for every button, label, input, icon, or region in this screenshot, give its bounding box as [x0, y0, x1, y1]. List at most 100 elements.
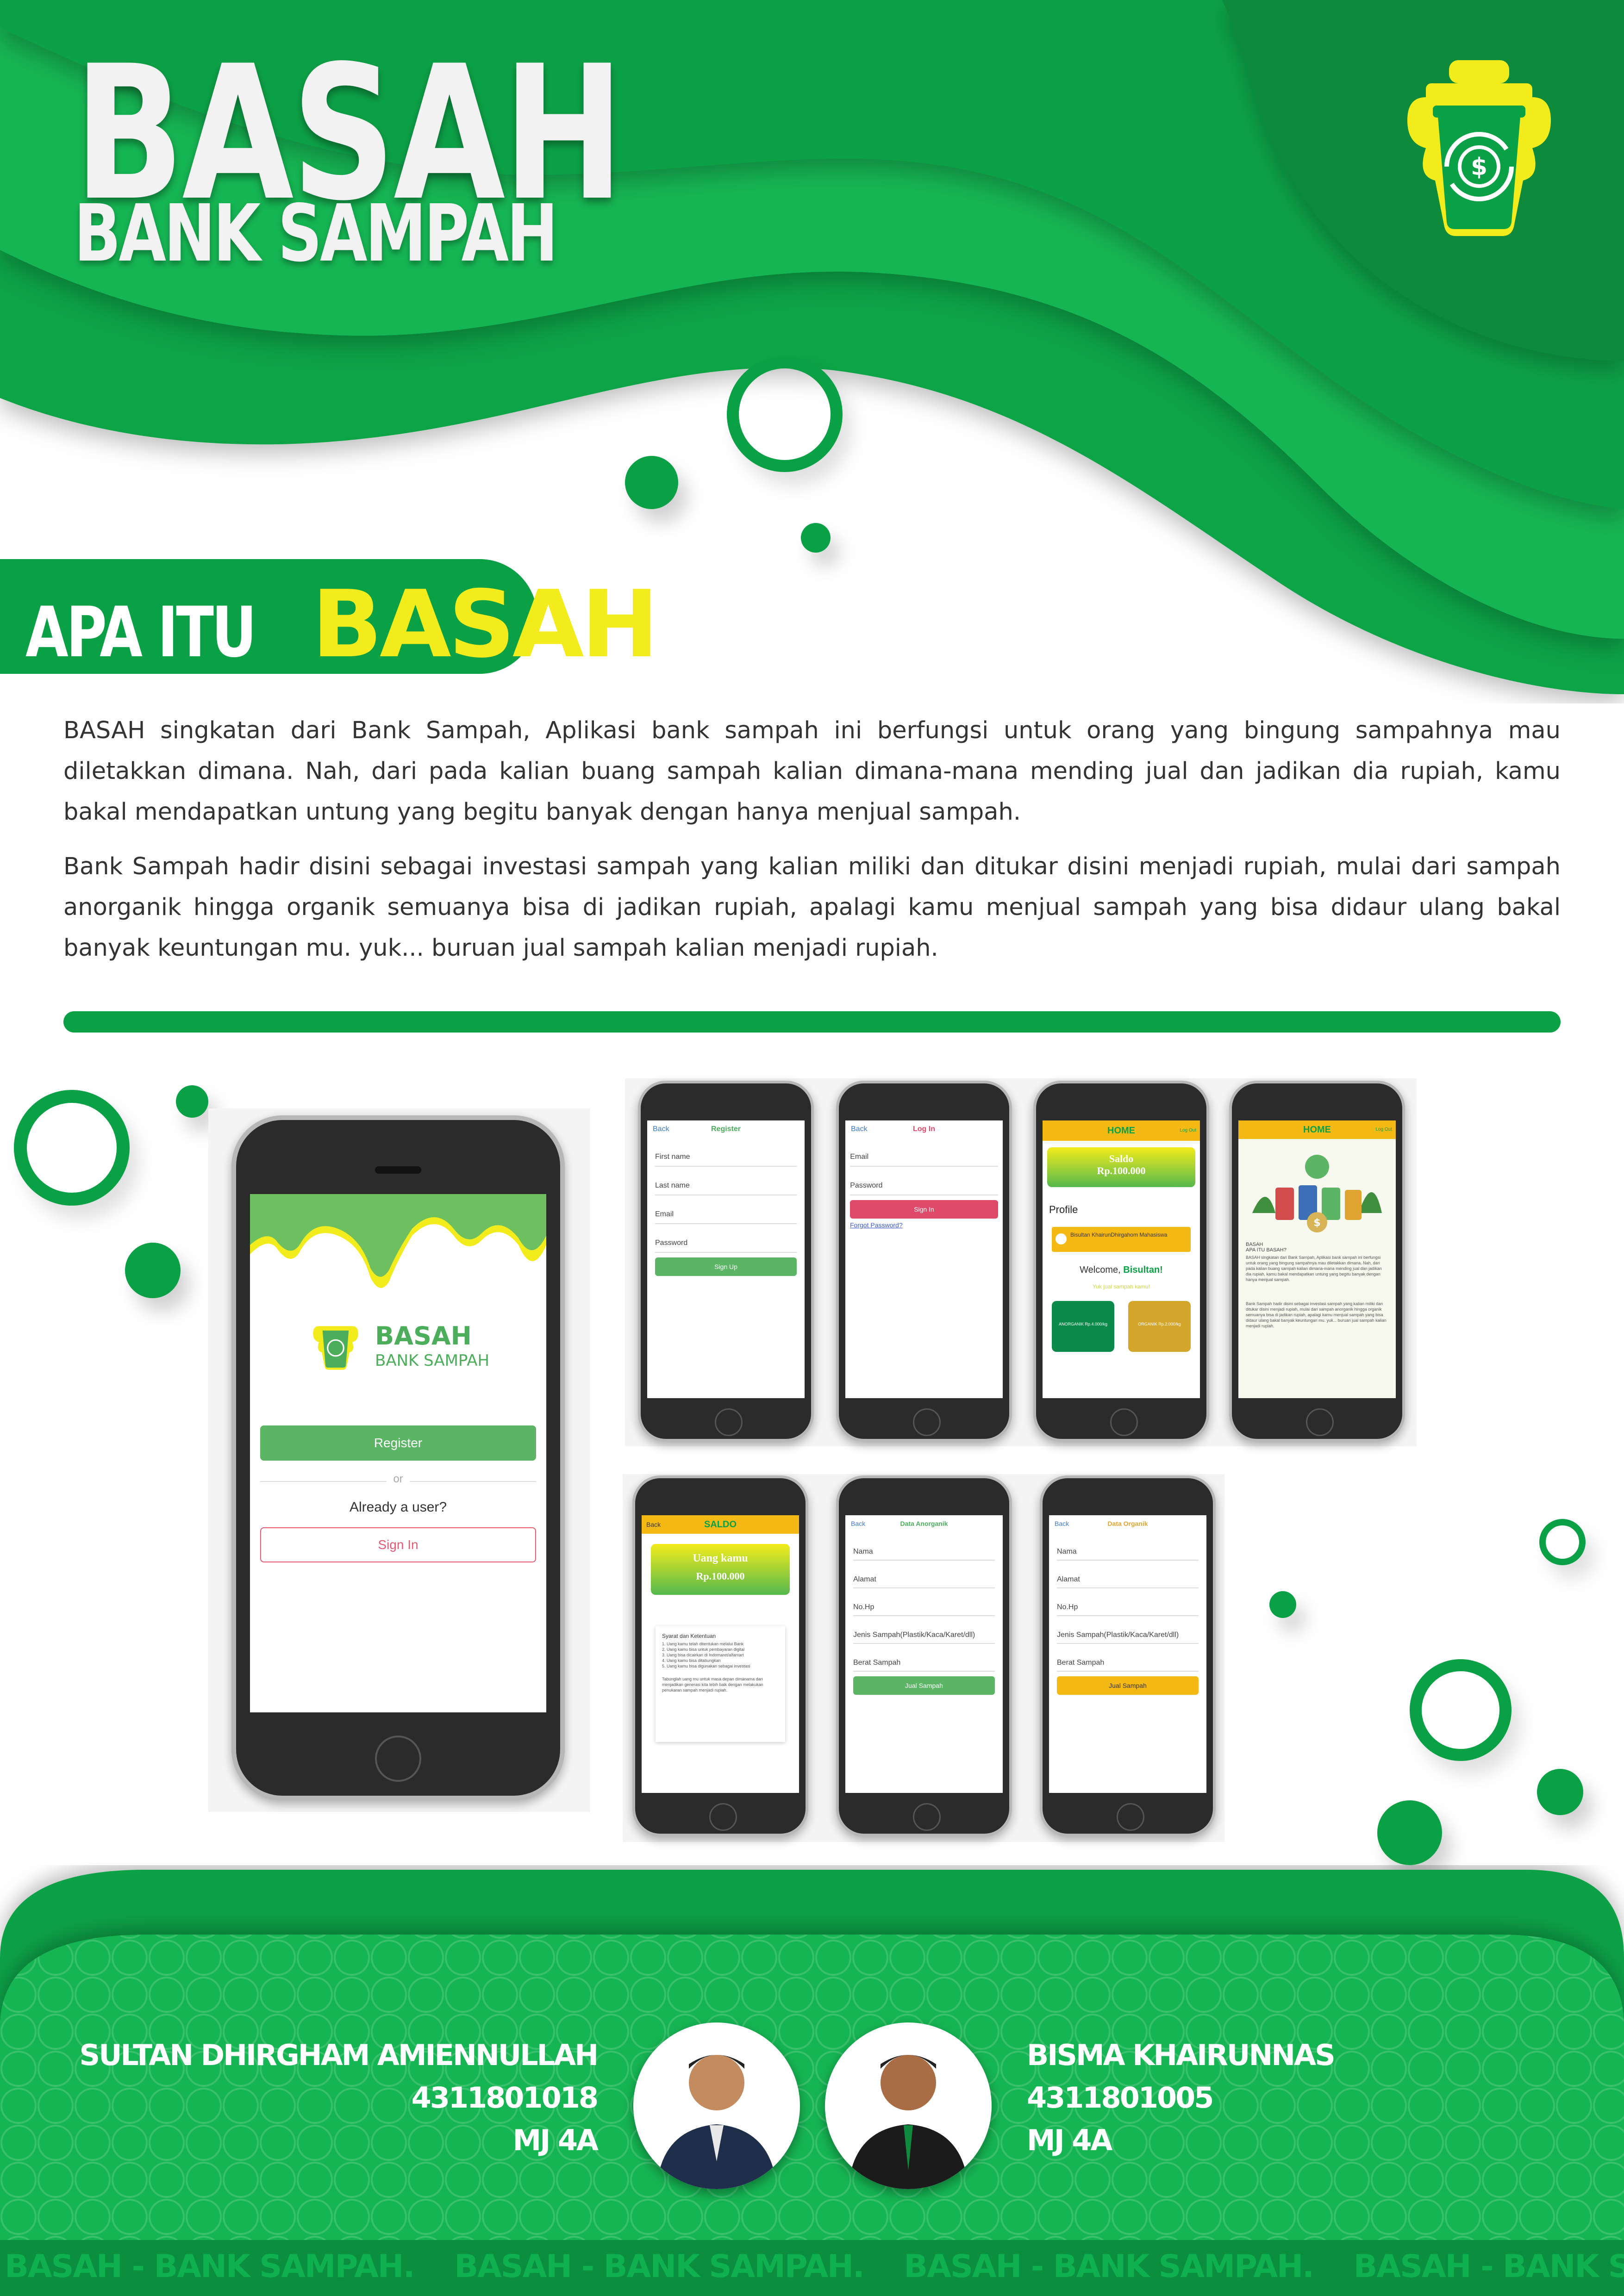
organik-card[interactable]: ORGANIK Rp.2.000/kg [1128, 1301, 1191, 1352]
sign-in-button[interactable]: Sign In [260, 1527, 536, 1562]
phone-saldo: SALDO Back Uang kamu Rp.100.000 Syarat d… [632, 1475, 808, 1836]
jenis-sampah-field[interactable]: Jenis Sampah(Plastik/Kaca/Karet/dll) [853, 1631, 995, 1644]
decor-dot [625, 456, 678, 509]
home-button[interactable] [1117, 1803, 1144, 1831]
person-right-info: BISMA KHAIRUNNAS 4311801005 MJ 4A [1027, 2034, 1336, 2162]
logout-link[interactable]: Log Out [1180, 1128, 1196, 1133]
nohp-field[interactable]: No.Hp [1057, 1603, 1199, 1616]
description-paragraph-1: BASAH singkatan dari Bank Sampah, Aplika… [63, 717, 1561, 826]
phone-register: Back Register First name Last name Email… [638, 1081, 814, 1442]
forgot-password-link[interactable]: Forgot Password? [850, 1221, 903, 1229]
back-link[interactable]: Back [646, 1521, 661, 1528]
footer-strip: BASAH - BANK SAMPAH. BASAH - BANK SAMPAH… [0, 2240, 1624, 2296]
terms-note: Tabunglah uang mu untuk masa depan diman… [662, 1677, 763, 1692]
saldo-value: Rp.100.000 [1097, 1165, 1146, 1176]
home-button[interactable] [913, 1803, 941, 1831]
person-id: 4311801005 [1027, 2081, 1214, 2115]
sign-in-button[interactable]: Sign In [850, 1200, 998, 1219]
already-user-label: Already a user? [349, 1500, 447, 1515]
svg-text:$: $ [1313, 1217, 1320, 1229]
anorganik-card[interactable]: ANORGANIK Rp.4.000/kg [1052, 1301, 1114, 1352]
terms-list: 1. Uang kamu telah ditentukan melalui Ba… [662, 1642, 750, 1668]
phone-home-about: HOME Log Out $ BASAH APA ITU BASAH? BASA… [1229, 1081, 1405, 1442]
about-heading: BASAH APA ITU BASAH? [1246, 1242, 1287, 1253]
berat-sampah-field[interactable]: Berat Sampah [1057, 1659, 1199, 1672]
home-button[interactable] [715, 1408, 743, 1436]
home-button[interactable] [1306, 1408, 1334, 1436]
decor-ring [1539, 1519, 1586, 1565]
decor-dot [176, 1085, 208, 1118]
nohp-field[interactable]: No.Hp [853, 1603, 995, 1616]
screen-title: Data Organik [1107, 1520, 1148, 1527]
slime-header [250, 1194, 546, 1288]
decor-ring [14, 1090, 130, 1206]
home-button[interactable] [1110, 1408, 1138, 1436]
home-button[interactable] [375, 1736, 421, 1782]
screen-title: Log In [913, 1125, 935, 1133]
home-header: HOME [1238, 1120, 1396, 1139]
home-header: HOME [1043, 1120, 1200, 1141]
nama-field[interactable]: Nama [1057, 1548, 1199, 1561]
password-field[interactable]: Password [655, 1239, 797, 1253]
about-body-1: BASAH singkatan dari Bank Sampah, Aplika… [1246, 1255, 1382, 1282]
logout-link[interactable]: Log Out [1375, 1127, 1392, 1132]
anorganik-screen: Back Data Anorganik Nama Alamat No.Hp Je… [845, 1515, 1003, 1793]
person-photo-icon [848, 2055, 968, 2189]
saldo-card-label: Uang kamu [693, 1552, 748, 1564]
welcome-prefix: Welcome, [1080, 1265, 1124, 1275]
recycle-illustration: $ [1252, 1155, 1382, 1232]
decor-dot [1377, 1800, 1442, 1865]
home-about-screen: HOME Log Out $ BASAH APA ITU BASAH? BASA… [1238, 1120, 1396, 1398]
section-divider [63, 1011, 1561, 1033]
jenis-sampah-field[interactable]: Jenis Sampah(Plastik/Kaca/Karet/dll) [1057, 1631, 1199, 1644]
password-field[interactable]: Password [850, 1182, 998, 1195]
person-name: SULTAN DHIRGHAM AMIENNULLAH [79, 2038, 599, 2072]
decor-dot [1537, 1769, 1583, 1815]
jual-sampah-button[interactable]: Jual Sampah [1057, 1676, 1199, 1695]
description-paragraph-2: Bank Sampah hadir disini sebagai investa… [63, 853, 1561, 962]
app-subtitle: BANK SAMPAH [74, 188, 558, 280]
nama-field[interactable]: Nama [853, 1548, 995, 1561]
alamat-field[interactable]: Alamat [1057, 1575, 1199, 1588]
email-field[interactable]: Email [655, 1210, 797, 1224]
saldo-screen: SALDO Back Uang kamu Rp.100.000 Syarat d… [642, 1515, 799, 1793]
saldo-card: Uang kamu Rp.100.000 [651, 1544, 790, 1595]
person-class: MJ 4A [1027, 2123, 1112, 2157]
first-name-field[interactable]: First name [655, 1153, 797, 1167]
avatar-left [633, 2022, 800, 2189]
person-class: MJ 4A [512, 2123, 599, 2157]
saldo-card: Saldo Rp.100.000 [1047, 1147, 1195, 1187]
phone-data-anorganik: Back Data Anorganik Nama Alamat No.Hp Je… [836, 1475, 1012, 1836]
logo-subtitle: BANK SAMPAH [375, 1351, 490, 1370]
alamat-field[interactable]: Alamat [853, 1575, 995, 1588]
user-card: Bisultan KhairunDhirgahom Mahasiswa [1052, 1227, 1191, 1252]
main-phone-screen: BASAH BANK SAMPAH Register or Already a … [250, 1194, 546, 1712]
decor-dot [1269, 1591, 1296, 1618]
screen-title: Data Anorganik [900, 1520, 948, 1527]
person-photo-icon [656, 2055, 777, 2189]
home-button[interactable] [709, 1803, 737, 1831]
footer-strip-text: BASAH - BANK SAMPAH. BASAH - BANK SAMPAH… [5, 2248, 1624, 2285]
register-button[interactable]: Register [260, 1425, 536, 1461]
about-body-2: Bank Sampah hadir disini sebagai investa… [1246, 1301, 1387, 1328]
section-title-prefix: APA ITU [25, 592, 257, 673]
avatar-icon [1056, 1233, 1067, 1244]
main-phone: BASAH BANK SAMPAH Register or Already a … [231, 1115, 565, 1800]
home-profile-screen: HOME Log Out Saldo Rp.100.000 Profile Bi… [1043, 1120, 1200, 1398]
section-title-highlight: BASAH [312, 571, 659, 678]
phone-speaker [375, 1166, 421, 1174]
svg-text:$: $ [1471, 153, 1487, 181]
sign-up-button[interactable]: Sign Up [655, 1257, 797, 1276]
berat-sampah-field[interactable]: Berat Sampah [853, 1659, 995, 1672]
description: BASAH singkatan dari Bank Sampah, Aplika… [63, 710, 1561, 983]
home-button[interactable] [913, 1408, 941, 1436]
person-left-info: SULTAN DHIRGHAM AMIENNULLAH 4311801018 M… [79, 2034, 599, 2162]
decor-dot [801, 523, 831, 553]
user-name: Bisultan KhairunDhirgahom Mahasiswa [1070, 1232, 1168, 1238]
tagline: Yuk jual sampah kamu! [1092, 1283, 1150, 1290]
email-field[interactable]: Email [850, 1153, 998, 1167]
trash-bin-logo-icon: $ [1407, 60, 1551, 236]
jual-sampah-button[interactable]: Jual Sampah [853, 1676, 995, 1695]
last-name-field[interactable]: Last name [655, 1182, 797, 1195]
organik-screen: Back Data Organik Nama Alamat No.Hp Jeni… [1049, 1515, 1206, 1793]
